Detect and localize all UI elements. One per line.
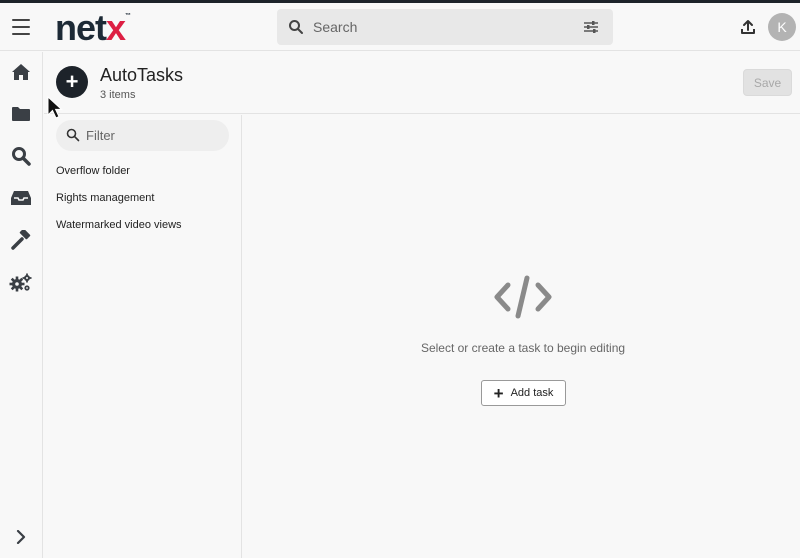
search-icon[interactable] xyxy=(9,145,33,167)
add-task-button[interactable]: + Add task xyxy=(481,380,566,406)
global-search-input[interactable]: Search xyxy=(277,9,613,45)
search-icon xyxy=(289,20,303,34)
filter-placeholder: Filter xyxy=(86,128,115,143)
folder-icon[interactable] xyxy=(9,103,33,125)
search-placeholder: Search xyxy=(313,19,358,35)
save-button[interactable]: Save xyxy=(743,69,792,96)
hammer-icon[interactable] xyxy=(9,229,33,251)
logo-text: net xyxy=(55,7,107,48)
filter-settings-icon[interactable] xyxy=(583,20,599,34)
user-avatar[interactable]: K xyxy=(768,13,796,41)
netx-logo[interactable]: netx™ xyxy=(55,7,131,49)
filter-input[interactable]: Filter xyxy=(56,120,229,151)
search-icon xyxy=(66,128,80,142)
code-icon xyxy=(494,275,552,319)
task-list-panel: Filter Overflow folder Rights management… xyxy=(44,115,242,558)
item-count: 3 items xyxy=(100,89,136,101)
page-title: AutoTasks xyxy=(100,65,184,85)
page-header: + AutoTasks 3 items Save xyxy=(44,52,800,114)
task-item-rights-management[interactable]: Rights management xyxy=(56,192,236,204)
add-task-label: Add task xyxy=(510,387,554,399)
task-item-watermarked-video-views[interactable]: Watermarked video views xyxy=(56,219,236,231)
empty-state-message: Select or create a task to begin editing xyxy=(420,341,626,355)
task-item-overflow-folder[interactable]: Overflow folder xyxy=(56,165,236,177)
logo-accent-letter: x xyxy=(106,7,126,48)
top-bar: netx™ Search K xyxy=(0,3,800,51)
chevron-right-icon[interactable] xyxy=(9,526,33,548)
gears-icon[interactable] xyxy=(9,271,33,293)
add-autotask-button[interactable]: + xyxy=(56,66,88,98)
logo-trademark: ™ xyxy=(125,13,131,19)
upload-icon[interactable] xyxy=(740,19,756,35)
inbox-icon[interactable] xyxy=(9,187,33,209)
left-nav-rail xyxy=(0,52,43,558)
plus-icon: + xyxy=(493,383,504,403)
task-editor-empty-state: Select or create a task to begin editing… xyxy=(243,115,800,558)
home-icon[interactable] xyxy=(9,61,33,83)
menu-icon[interactable] xyxy=(12,19,30,35)
